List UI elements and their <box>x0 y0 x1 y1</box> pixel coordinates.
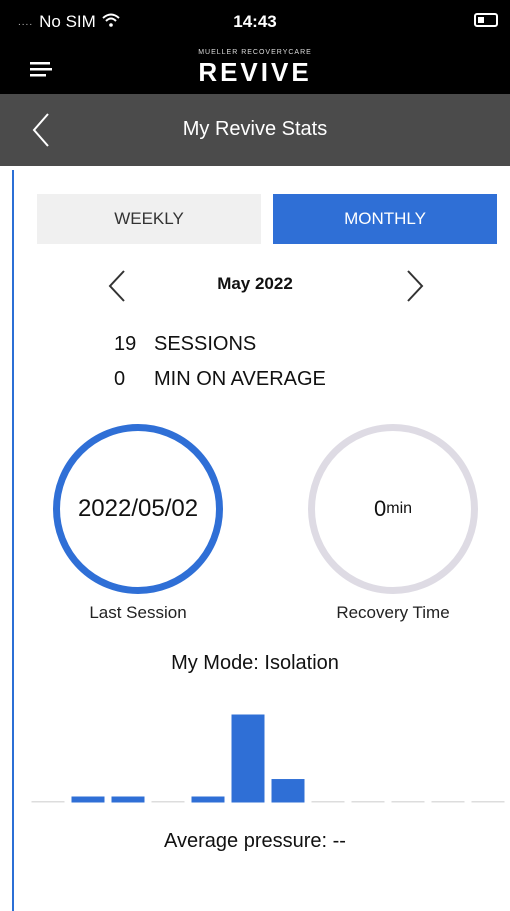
last-session-caption: Last Session <box>89 603 187 622</box>
logo: MUELLER RECOVERYCARE REVIVE <box>0 48 510 86</box>
screen: .... No SIM 14:43 MUELLER RECOVERYCARE R… <box>0 0 510 911</box>
month-navigation: May 2022 <box>0 268 510 304</box>
tab-monthly[interactable]: MONTHLY <box>273 194 497 244</box>
average-minutes: 0 <box>114 368 126 390</box>
recovery-time-value: 0 <box>373 496 387 521</box>
sessions-stat: 19 SESSIONS <box>114 333 256 356</box>
chart-bar <box>191 796 225 803</box>
status-time: 14:43 <box>233 12 277 31</box>
pressure-bar-chart <box>31 714 505 803</box>
chart-baseline-segment <box>311 801 345 803</box>
chart-baseline-segment <box>391 801 425 803</box>
month-label: May 2022 <box>217 274 293 293</box>
chart-bar <box>231 714 265 803</box>
chart-baseline-segment <box>431 801 465 803</box>
average-pressure-text: Average pressure: -- <box>164 830 346 852</box>
title-bar: My Revive Stats <box>0 94 510 166</box>
page-title: My Revive Stats <box>182 118 328 140</box>
chart-baseline-segment <box>351 801 385 803</box>
chart-baseline-segment <box>151 801 185 803</box>
next-month-button[interactable] <box>404 268 426 304</box>
logo-main-text: REVIVE <box>198 57 312 87</box>
mode-text: My Mode: Isolation <box>171 652 339 674</box>
status-bar: .... No SIM 14:43 <box>0 0 510 44</box>
chart-baseline-segment <box>31 801 65 803</box>
average-label: MIN ON AVERAGE <box>154 368 326 390</box>
average-stat: 0 MIN ON AVERAGE <box>114 368 326 391</box>
sessions-count: 19 <box>114 333 137 355</box>
battery-icon <box>474 13 498 27</box>
chart-baseline-segment <box>471 801 505 803</box>
app-header: MUELLER RECOVERYCARE REVIVE <box>0 44 510 94</box>
chart-bar <box>111 796 145 803</box>
tab-weekly[interactable]: WEEKLY <box>37 194 261 244</box>
last-session-date: 2022/05/02 <box>77 495 199 522</box>
chart-bar <box>271 779 305 803</box>
recovery-time-unit: min <box>386 500 413 517</box>
chevron-right-icon <box>407 270 424 302</box>
last-session-circle: 2022/05/02 <box>53 424 223 594</box>
recovery-time-caption: Recovery Time <box>336 603 450 622</box>
sessions-label: SESSIONS <box>154 333 257 355</box>
chart-bar <box>71 796 105 803</box>
recovery-time-circle: 0 min <box>308 424 478 594</box>
